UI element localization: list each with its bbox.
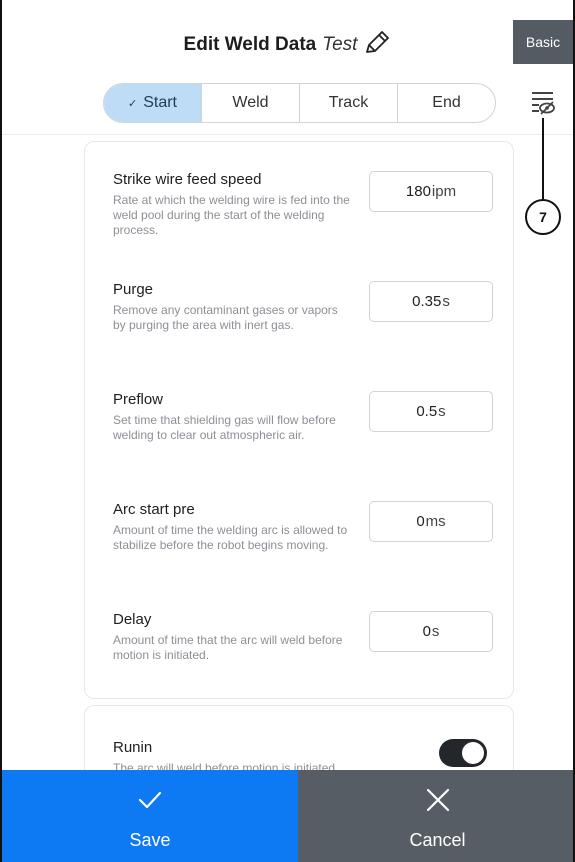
setting-purge: Purge Remove any contaminant gases or va…: [113, 281, 493, 333]
setting-description: Rate at which the welding wire is fed in…: [113, 193, 350, 237]
cancel-button[interactable]: Cancel: [298, 770, 573, 862]
setting-description: Amount of time the welding arc is allowe…: [113, 523, 348, 552]
tab-label: End: [432, 94, 461, 111]
page-title: Edit Weld Data: [183, 34, 317, 55]
unit: s: [438, 403, 446, 420]
save-label: Save: [129, 829, 171, 850]
preflow-input[interactable]: 0.5 s: [369, 391, 493, 432]
weld-data-name: Test: [322, 34, 358, 55]
unit: ms: [425, 513, 446, 530]
tab-start[interactable]: ✓ Start: [104, 84, 202, 122]
cancel-label: Cancel: [409, 829, 466, 850]
start-settings-card: Strike wire feed speed Rate at which the…: [84, 141, 514, 699]
basic-mode-button[interactable]: Basic: [513, 20, 573, 64]
save-button[interactable]: Save: [2, 770, 298, 862]
check-icon: ✓: [127, 97, 138, 110]
unit: ipm: [431, 183, 457, 200]
purge-input[interactable]: 0.35 s: [369, 281, 493, 322]
value: 0.35: [412, 293, 442, 310]
runin-label: Runin: [113, 739, 153, 756]
value: 0: [422, 623, 431, 640]
tab-weld[interactable]: Weld: [202, 84, 300, 122]
header: Edit Weld Data Test Basic ✓ Start Weld Tra…: [2, 0, 573, 135]
value: 0.5: [416, 403, 438, 420]
tab-label: Start: [143, 94, 177, 111]
value: 0: [416, 513, 425, 530]
setting-arc-start-pre: Arc start pre Amount of time the welding…: [113, 501, 493, 553]
tab-end[interactable]: End: [398, 84, 495, 122]
unit: s: [442, 293, 450, 310]
setting-description: Amount of time that the arc will weld be…: [113, 633, 343, 662]
callout-line: [542, 118, 544, 200]
title-row: Edit Weld Data Test: [2, 30, 573, 61]
app-frame: Edit Weld Data Test Basic ✓ Start Weld Tra…: [0, 0, 575, 862]
delay-input[interactable]: 0s: [369, 611, 493, 652]
arc-start-pre-input[interactable]: 0 ms: [369, 501, 493, 542]
close-icon: [425, 782, 451, 818]
action-bar: Save Cancel: [2, 770, 573, 862]
tab-track[interactable]: Track: [300, 84, 398, 122]
callout-marker: 7: [525, 199, 561, 235]
pencil-icon[interactable]: [363, 30, 391, 61]
runin-toggle[interactable]: [439, 739, 487, 767]
toggle-knob: [462, 742, 484, 764]
unit: s: [431, 623, 440, 640]
tab-label: Track: [328, 94, 369, 111]
setting-preflow: Preflow Set time that shielding gas will…: [113, 391, 493, 443]
setting-delay: Delay Amount of time that the arc will w…: [113, 611, 493, 663]
filter-visibility-icon[interactable]: [531, 90, 555, 116]
setting-description: Remove any contaminant gases or vapors b…: [113, 303, 338, 332]
setting-strike-wire-feed-speed: Strike wire feed speed Rate at which the…: [113, 171, 493, 238]
value: 180: [405, 183, 431, 200]
tab-label: Weld: [232, 94, 269, 111]
strike-wire-feed-speed-input[interactable]: 180 ipm: [369, 171, 493, 212]
setting-description: Set time that shielding gas will flow be…: [113, 413, 336, 442]
check-icon: [137, 782, 163, 818]
section-tabs: ✓ Start Weld Track End: [103, 83, 496, 123]
